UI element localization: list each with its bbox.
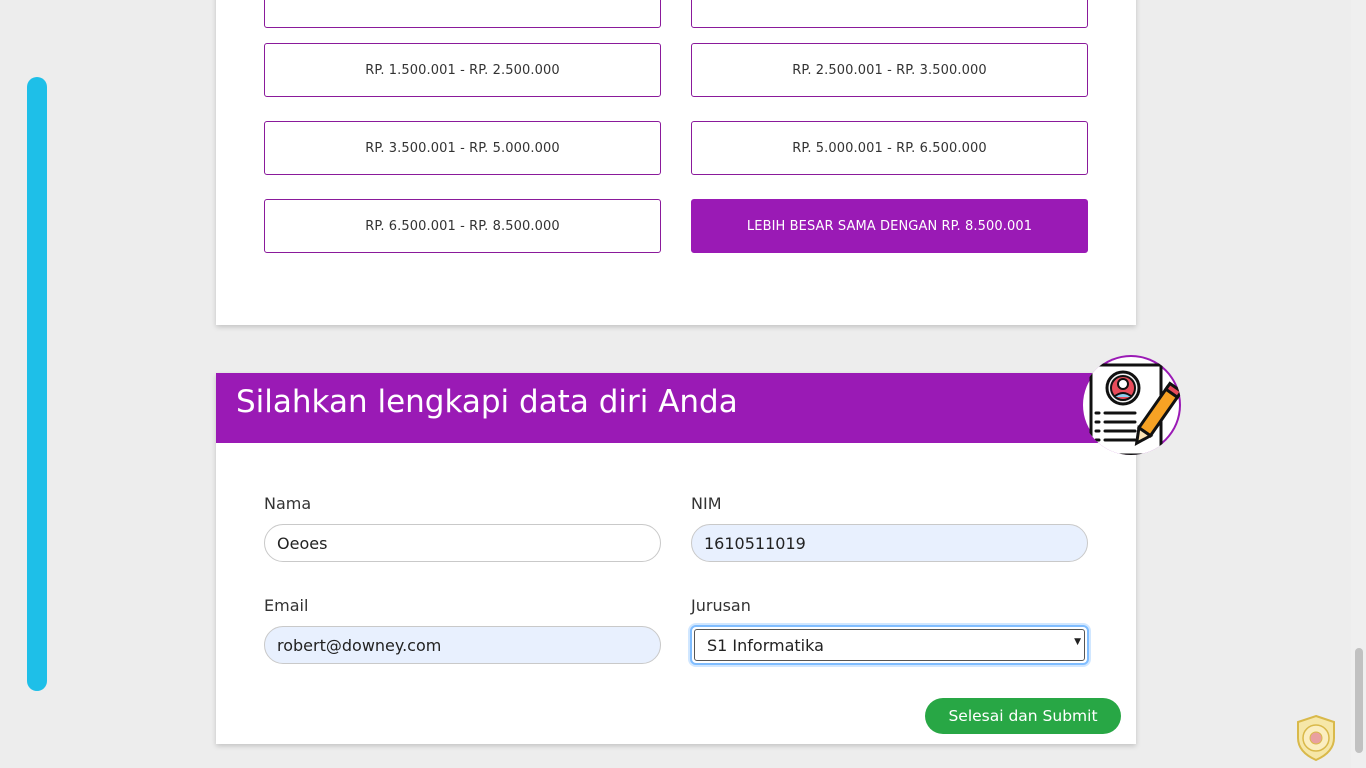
- jurusan-select[interactable]: S1 Informatika ▼: [690, 625, 1089, 665]
- jurusan-selected-value: S1 Informatika: [707, 636, 824, 655]
- income-option-hidden-right[interactable]: [691, 0, 1088, 28]
- page: Rp. 1.500.001 - Rp. 2.500.000 Rp. 2.500.…: [0, 0, 1366, 768]
- form-header: Silahkan lengkapi data diri Anda: [216, 373, 1136, 443]
- page-scrollbar[interactable]: [1351, 0, 1366, 768]
- chevron-down-icon: ▼: [1074, 637, 1081, 647]
- income-option-4[interactable]: Rp. 5.000.001 - Rp. 6.500.000: [691, 121, 1088, 175]
- side-accent-bar: [27, 77, 47, 691]
- income-option-1[interactable]: Rp. 1.500.001 - Rp. 2.500.000: [264, 43, 661, 97]
- personal-data-card: Silahkan lengkapi data diri Anda Nama NI…: [216, 373, 1136, 744]
- nim-input[interactable]: [691, 524, 1088, 562]
- jurusan-label: Jurusan: [691, 596, 751, 615]
- email-input[interactable]: [264, 626, 661, 664]
- badge-illustration: [1083, 357, 1181, 455]
- nama-label: Nama: [264, 494, 312, 513]
- form-title: Silahkan lengkapi data diri Anda: [236, 384, 738, 420]
- income-range-card: Rp. 1.500.001 - Rp. 2.500.000 Rp. 2.500.…: [216, 0, 1136, 325]
- income-option-5[interactable]: Rp. 6.500.001 - Rp. 8.500.000: [264, 199, 661, 253]
- email-label: Email: [264, 596, 309, 615]
- income-option-6-selected[interactable]: Lebih besar sama dengan Rp. 8.500.001: [691, 199, 1088, 253]
- nim-label: NIM: [691, 494, 722, 513]
- income-option-3[interactable]: Rp. 3.500.001 - Rp. 5.000.000: [264, 121, 661, 175]
- income-option-hidden-left[interactable]: [264, 0, 661, 28]
- profile-form-pencil-icon: [1081, 355, 1181, 455]
- scrollbar-thumb[interactable]: [1355, 648, 1363, 753]
- submit-button[interactable]: Selesai dan Submit: [925, 698, 1121, 734]
- income-option-2[interactable]: Rp. 2.500.001 - Rp. 3.500.000: [691, 43, 1088, 97]
- nama-input[interactable]: [264, 524, 661, 562]
- university-seal-logo: [1292, 714, 1340, 762]
- seal-graphic: [1297, 714, 1335, 762]
